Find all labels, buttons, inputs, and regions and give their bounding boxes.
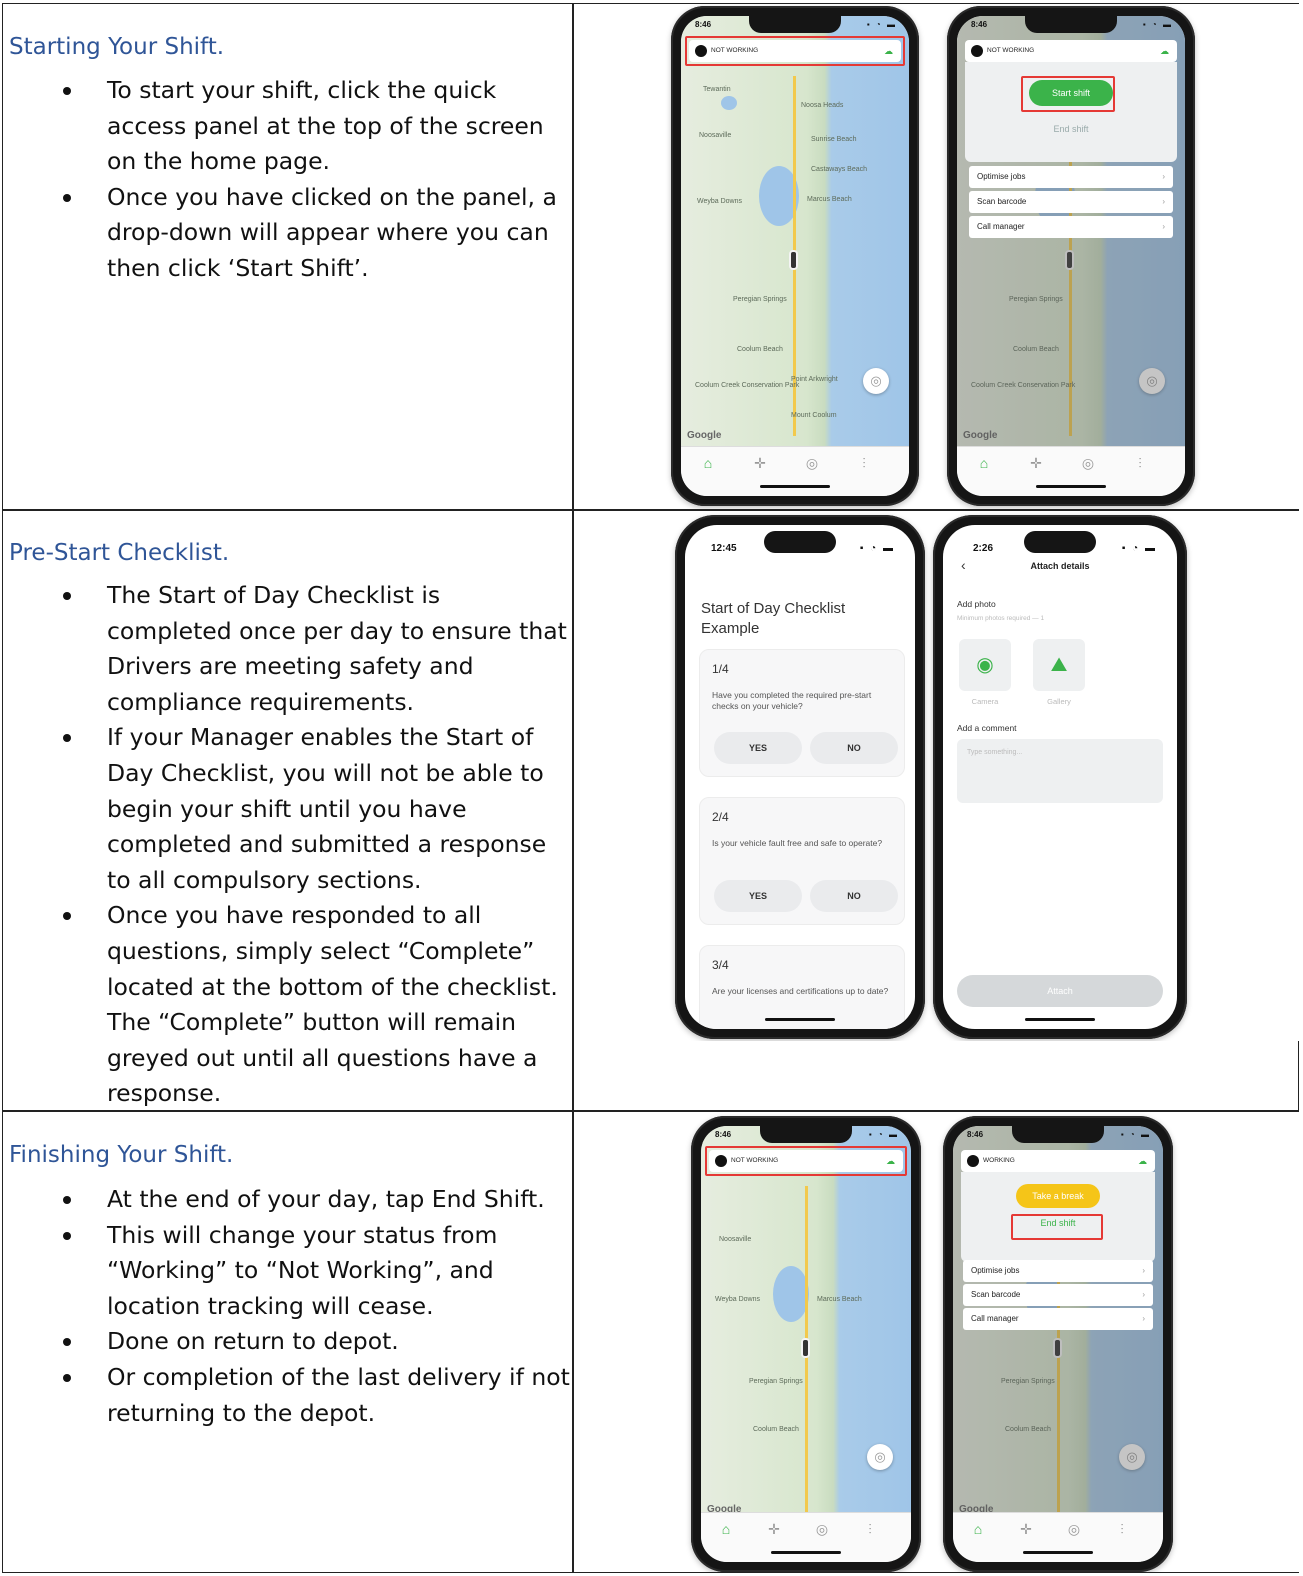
- locate-icon[interactable]: ◎: [863, 368, 889, 394]
- phone-start-shift-dropdown: Peregian Springs Coolum Beach Coolum Cre…: [947, 6, 1195, 506]
- vehicle-icon: [801, 1338, 810, 1358]
- bullet-item: Once you have clicked on the panel, a dr…: [63, 180, 570, 287]
- bullet-list: To start your shift, click the quick acc…: [63, 73, 570, 287]
- screenshot-checklist: 12:45 ▪ ◔ ▬ Start of Day Checklist Exampl…: [574, 511, 1300, 1041]
- menu-item-optimise[interactable]: Optimise jobs ›: [969, 166, 1173, 188]
- comment-input[interactable]: Type something...: [957, 739, 1163, 803]
- map[interactable]: Noosaville Weyba Downs Marcus Beach Pere…: [701, 1126, 911, 1516]
- cloud-icon: ☁: [1138, 1156, 1147, 1166]
- attach-button[interactable]: Attach: [957, 975, 1163, 1007]
- tab-bar: ⌂ ✛ ◎ ⫶: [953, 1512, 1163, 1562]
- bullet-list: At the end of your day, tap End Shift. T…: [63, 1182, 570, 1431]
- menu-item-scan[interactable]: Scan barcode ›: [969, 191, 1173, 213]
- home-tab-icon[interactable]: ⌂: [693, 455, 723, 471]
- location-tab-icon[interactable]: ◎: [1059, 1521, 1089, 1538]
- menu-item-scan[interactable]: Scan barcode ›: [963, 1284, 1153, 1306]
- quick-access-panel[interactable]: WORKING ☁: [961, 1150, 1155, 1172]
- instruction-table: Starting Your Shift. To start your shift…: [2, 3, 1300, 1573]
- bullet-item: This will change your status from “Worki…: [63, 1218, 570, 1325]
- highlight-box: [1021, 76, 1115, 112]
- add-photo-label: Add photo: [957, 599, 996, 609]
- highlight-box: [685, 36, 905, 66]
- bullet-item: If your Manager enables the Start of Day…: [63, 720, 570, 898]
- quick-access-panel[interactable]: NOT WORKING ☁: [965, 40, 1177, 62]
- gallery-icon[interactable]: ⛰: [1033, 639, 1085, 691]
- question-card: 2/4 Is your vehicle fault free and safe …: [699, 797, 905, 925]
- phone-attach-details: 2:26 ▪ ◔ ▬ ‹ Attach details Add photo Min…: [933, 515, 1187, 1039]
- bullet-item: The Start of Day Checklist is completed …: [63, 578, 570, 720]
- section-heading: Starting Your Shift.: [9, 34, 225, 60]
- location-tab-icon[interactable]: ◎: [797, 455, 827, 472]
- home-tab-icon[interactable]: ⌂: [969, 455, 999, 471]
- tab-bar: ⌂ ✛ ◎ ⫶: [701, 1512, 911, 1562]
- home-tab-icon[interactable]: ⌂: [711, 1521, 741, 1537]
- cloud-icon: ☁: [1160, 46, 1169, 56]
- question-card: 1/4 Have you completed the required pre-…: [699, 649, 905, 777]
- yes-button[interactable]: YES: [714, 732, 802, 764]
- phone-map-not-working: Noosaville Weyba Downs Marcus Beach Pere…: [691, 1116, 921, 1572]
- location-tab-icon[interactable]: ◎: [807, 1521, 837, 1538]
- add-tab-icon[interactable]: ✛: [1011, 1521, 1041, 1538]
- settings-tab-icon[interactable]: ⫶: [1125, 455, 1155, 472]
- status-label: NOT WORKING: [987, 47, 1035, 54]
- highlight-box: [705, 1146, 907, 1176]
- screenshot-end-shift: Noosaville Weyba Downs Marcus Beach Pere…: [574, 1112, 1300, 1572]
- add-tab-icon[interactable]: ✛: [759, 1521, 789, 1538]
- phone-checklist: 12:45 ▪ ◔ ▬ Start of Day Checklist Exampl…: [675, 515, 925, 1039]
- section-starting-shift: Starting Your Shift. To start your shift…: [3, 4, 572, 509]
- yes-button[interactable]: YES: [714, 880, 802, 912]
- phone-map-not-working: Tewantin Noosa Heads Noosaville Sunrise …: [671, 6, 919, 506]
- bullet-item: To start your shift, click the quick acc…: [63, 73, 570, 180]
- vehicle-icon: [789, 250, 798, 270]
- menu-item-call[interactable]: Call manager ›: [963, 1308, 1153, 1330]
- section-finishing-shift: Finishing Your Shift. At the end of your…: [3, 1112, 572, 1572]
- attach-header: Attach details: [1030, 561, 1090, 571]
- settings-tab-icon[interactable]: ⫶: [855, 1521, 885, 1538]
- screenshot-start-shift: Tewantin Noosa Heads Noosaville Sunrise …: [574, 4, 1300, 509]
- bullet-item: Done on return to depot.: [63, 1324, 570, 1360]
- phone-end-shift-dropdown: Peregian Springs Coolum Beach ◎ Google 8…: [943, 1116, 1173, 1572]
- min-photos-note: Minimum photos required — 1: [957, 615, 1045, 622]
- take-break-button[interactable]: Take a break: [1016, 1184, 1100, 1208]
- section-pre-start-checklist: Pre-Start Checklist. The Start of Day Ch…: [3, 511, 572, 1110]
- no-button[interactable]: NO: [810, 880, 898, 912]
- add-comment-label: Add a comment: [957, 723, 1017, 733]
- map[interactable]: Tewantin Noosa Heads Noosaville Sunrise …: [681, 16, 909, 446]
- settings-tab-icon[interactable]: ⫶: [1107, 1521, 1137, 1538]
- google-logo: Google: [687, 430, 722, 441]
- section-heading: Finishing Your Shift.: [9, 1142, 234, 1168]
- question-card: 3/4 Are your licenses and certifications…: [699, 945, 905, 1029]
- settings-tab-icon[interactable]: ⫶: [849, 455, 879, 472]
- add-tab-icon[interactable]: ✛: [1021, 455, 1051, 472]
- tab-bar: ⌂ ✛ ◎ ⫶: [957, 446, 1185, 496]
- no-button[interactable]: NO: [810, 732, 898, 764]
- checklist-title: Start of Day Checklist Example: [701, 600, 846, 637]
- status-dot-icon: [971, 45, 983, 57]
- locate-icon[interactable]: ◎: [867, 1444, 893, 1470]
- location-tab-icon[interactable]: ◎: [1073, 455, 1103, 472]
- menu-item-optimise[interactable]: Optimise jobs ›: [963, 1260, 1153, 1282]
- section-heading: Pre-Start Checklist.: [9, 540, 230, 566]
- bullet-item: At the end of your day, tap End Shift.: [63, 1182, 570, 1218]
- bullet-item: Or completion of the last delivery if no…: [63, 1360, 570, 1431]
- end-shift-button[interactable]: End shift: [965, 124, 1177, 134]
- add-tab-icon[interactable]: ✛: [745, 455, 775, 472]
- bullet-list: The Start of Day Checklist is completed …: [63, 578, 570, 1110]
- camera-icon[interactable]: ◉: [959, 639, 1011, 691]
- highlight-box: [1011, 1214, 1103, 1240]
- status-dot-icon: [967, 1155, 979, 1167]
- menu-item-call[interactable]: Call manager ›: [969, 216, 1173, 238]
- home-tab-icon[interactable]: ⌂: [963, 1521, 993, 1537]
- bullet-item: Once you have responded to all questions…: [63, 898, 570, 1110]
- tab-bar: ⌂ ✛ ◎ ⫶: [681, 446, 909, 496]
